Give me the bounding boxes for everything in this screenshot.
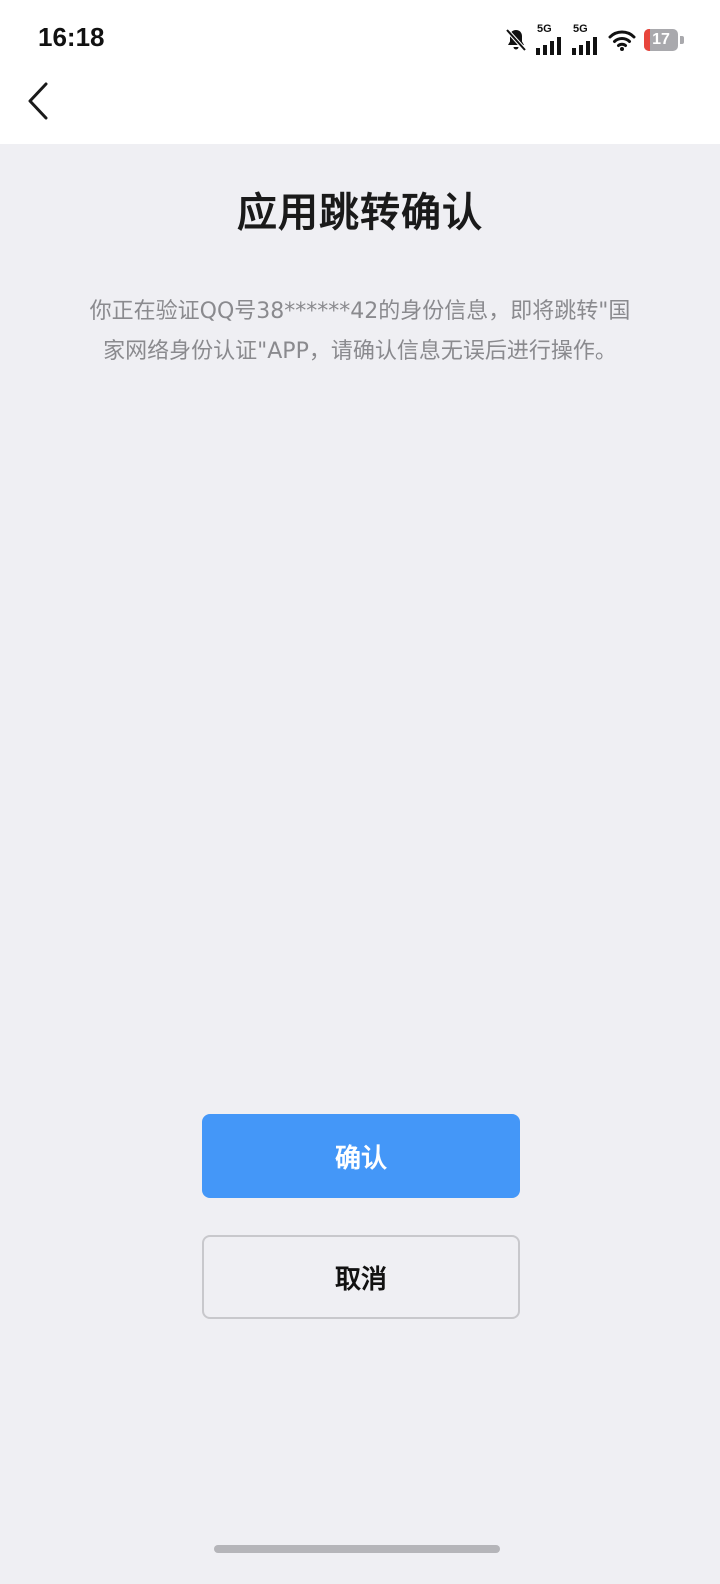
- wifi-icon: [608, 29, 636, 51]
- back-button[interactable]: [18, 80, 58, 126]
- confirm-button[interactable]: 确认: [202, 1114, 520, 1198]
- bell-off-icon: [504, 27, 528, 53]
- battery-level: 17: [652, 31, 670, 48]
- signal-icon: 5G: [572, 23, 600, 55]
- status-time: 16:18: [38, 22, 105, 52]
- battery-icon: 17: [644, 29, 684, 51]
- page-title: 应用跳转确认: [237, 190, 483, 236]
- home-indicator[interactable]: [214, 1545, 500, 1553]
- signal-icon: 5G: [536, 23, 564, 55]
- chevron-left-icon: [27, 82, 49, 124]
- top-bar: 16:18 5G 5G 17: [0, 0, 720, 144]
- cancel-button[interactable]: 取消: [202, 1235, 520, 1319]
- status-icons: 5G 5G 17: [504, 23, 684, 56]
- description-text: 你正在验证QQ号38******42的身份信息，即将跳转"国家网络身份认证"AP…: [89, 299, 631, 364]
